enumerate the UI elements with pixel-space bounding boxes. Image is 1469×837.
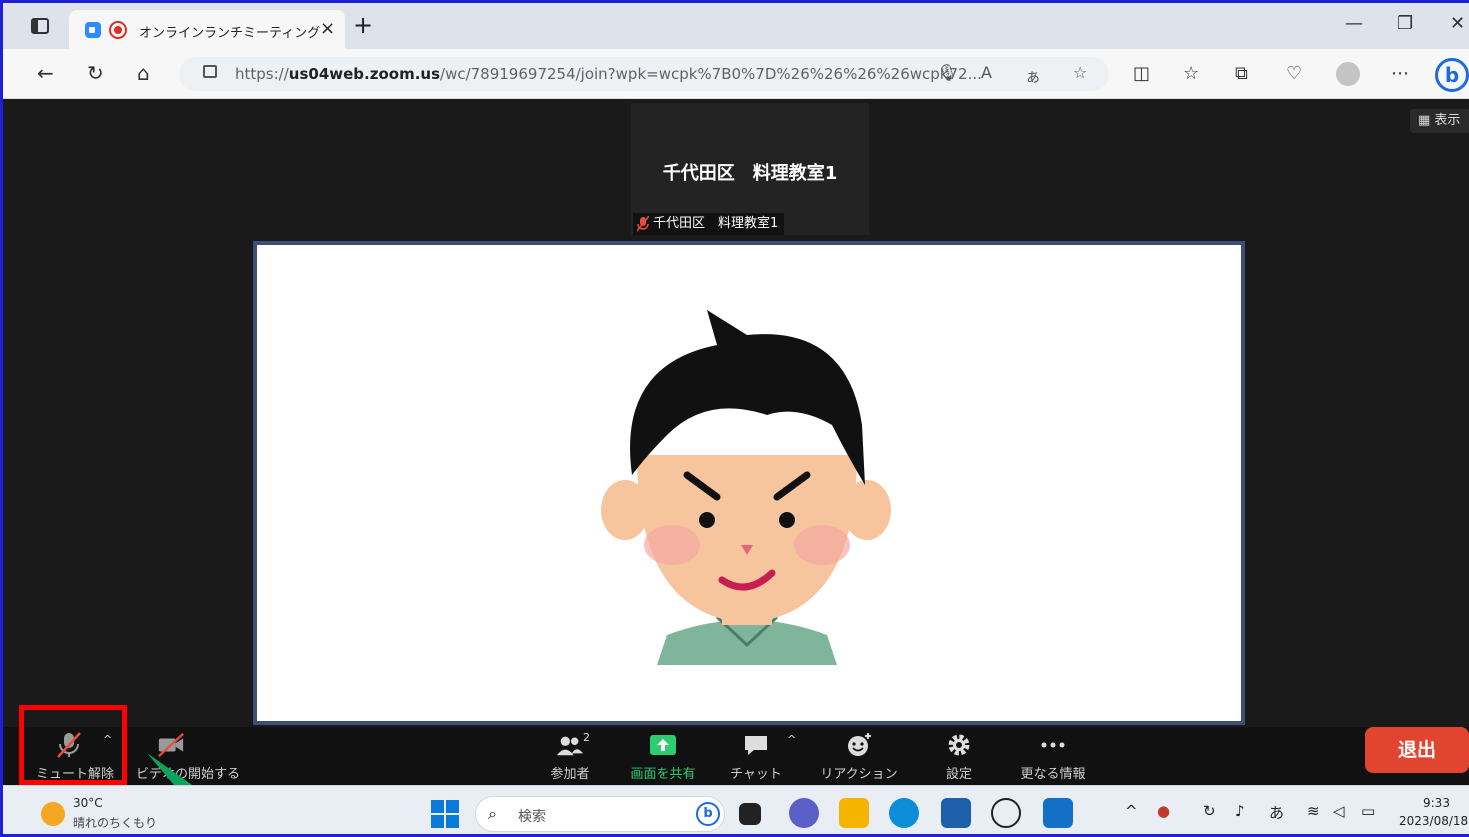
shared-screen <box>253 241 1245 725</box>
start-video-label: ビデオの開始する <box>135 767 240 782</box>
participant-name: 千代田区 料理教室1 <box>662 163 838 184</box>
participants-icon <box>556 736 584 756</box>
weather-temperature[interactable]: 30°C <box>73 796 103 810</box>
participant-label: 千代田区 料理教室1 <box>633 213 785 235</box>
view-button[interactable]: ▦ 表示 <box>1410 109 1469 133</box>
share-screen-button[interactable]: 画面を共有 <box>621 727 705 785</box>
sync-icon[interactable]: ↻ <box>1203 802 1216 820</box>
favorite-star-icon[interactable]: ☆ <box>1073 63 1087 82</box>
start-video-button[interactable]: ビデオの開始する <box>129 727 247 785</box>
browser-essentials-icon[interactable]: ♡ <box>1286 63 1302 84</box>
muted-mic-icon <box>637 216 649 232</box>
microphone-icon[interactable]: 🎙 <box>937 63 957 82</box>
restore-button[interactable]: ❐ <box>1397 13 1413 34</box>
dell-icon[interactable] <box>991 798 1021 828</box>
profile-avatar[interactable] <box>1336 62 1360 86</box>
tray-overflow-icon[interactable]: ^ <box>1125 802 1138 820</box>
share-screen-label: 画面を共有 <box>630 767 696 782</box>
reaction-label: リアクション <box>820 767 898 782</box>
weather-description[interactable]: 晴れのちくもり <box>73 814 157 831</box>
file-explorer-icon[interactable] <box>839 798 869 828</box>
video-off-icon <box>158 732 184 758</box>
recording-icon <box>109 21 127 39</box>
participants-label: 参加者 <box>550 767 590 782</box>
chat-button[interactable]: ^ チャット <box>721 727 796 785</box>
search-placeholder: 検索 <box>518 809 546 825</box>
teams-chat-icon[interactable] <box>789 798 819 828</box>
tab-close-icon[interactable]: × <box>320 18 335 39</box>
task-view-icon[interactable] <box>739 803 761 825</box>
bing-copilot-icon[interactable]: b <box>1435 58 1469 92</box>
zoom-favicon-icon <box>85 22 101 38</box>
search-icon: ⌕ <box>488 804 497 823</box>
settings-label: 設定 <box>945 767 972 782</box>
security-icon[interactable]: ● <box>1157 802 1170 820</box>
bing-search-icon[interactable]: b <box>696 802 720 826</box>
share-screen-icon <box>650 735 676 755</box>
refresh-icon[interactable]: ↻ <box>87 61 104 85</box>
wifi-icon[interactable]: ≋ <box>1307 802 1320 820</box>
participants-count: 2 <box>583 731 590 744</box>
collections-icon[interactable]: ⧉ <box>1235 63 1248 84</box>
gear-icon <box>948 734 970 756</box>
lock-icon[interactable] <box>203 65 217 78</box>
more-button[interactable]: 更なる情報 <box>1009 727 1097 785</box>
url-text[interactable]: https://us04web.zoom.us/wc/78919697254/j… <box>235 65 982 83</box>
back-arrow-icon[interactable]: ← <box>37 61 54 85</box>
ime-indicator[interactable]: あ <box>1269 802 1284 823</box>
chat-label: チャット <box>730 767 782 782</box>
meeting-area: ▦ 表示 千代田区 料理教室1 千代田区 料理教室1 <box>3 99 1469 727</box>
volume-icon[interactable]: ◁ <box>1333 802 1345 820</box>
screen-frame: オンラインランチミーティング × + — ❐ ✕ ← ↻ ⌂ https://u… <box>0 0 1469 837</box>
favorites-icon[interactable]: ☆ <box>1183 63 1199 84</box>
leave-button[interactable]: 退出 <box>1365 727 1469 773</box>
split-screen-icon[interactable]: ◫ <box>1133 63 1150 84</box>
reaction-button[interactable]: リアクション <box>809 727 909 785</box>
participant-thumbnail[interactable]: 千代田区 料理教室1 千代田区 料理教室1 <box>631 103 869 235</box>
taskbar-search-box[interactable]: ⌕ 検索 b <box>475 796 725 832</box>
home-icon[interactable]: ⌂ <box>137 61 150 85</box>
new-tab-button[interactable]: + <box>353 11 373 39</box>
clock-time[interactable]: 9:33 <box>1423 796 1450 810</box>
edge-icon[interactable] <box>889 798 919 828</box>
battery-icon[interactable]: ▭ <box>1361 802 1375 820</box>
minimize-button[interactable]: — <box>1345 13 1363 34</box>
start-icon[interactable] <box>431 800 459 828</box>
settings-button[interactable]: 設定 <box>927 727 991 785</box>
more-dots-icon <box>1041 742 1065 748</box>
translate-icon[interactable]: ぁ <box>1025 63 1041 87</box>
chat-options-caret-icon[interactable]: ^ <box>787 733 796 746</box>
close-window-button[interactable]: ✕ <box>1450 13 1465 34</box>
tab-actions-icon[interactable] <box>31 18 49 34</box>
weather-icon[interactable] <box>41 802 65 826</box>
windows-taskbar: 30°C 晴れのちくもり ⌕ 検索 b ^ ● ↻ ♪ あ ≋ ◁ ▭ 9:33… <box>3 785 1469 834</box>
clock-date[interactable]: 2023/08/18 <box>1399 814 1468 828</box>
tab-title: オンラインランチミーティング <box>139 26 321 41</box>
store-icon[interactable] <box>941 798 971 828</box>
microphone-tray-icon[interactable]: ♪ <box>1235 802 1245 820</box>
browser-tab-bar: オンラインランチミーティング × + — ❐ ✕ <box>3 3 1469 49</box>
mail-icon[interactable] <box>1043 798 1073 828</box>
browser-toolbar: ← ↻ ⌂ https://us04web.zoom.us/wc/7891969… <box>3 49 1469 99</box>
participants-button[interactable]: 2 参加者 <box>535 727 605 785</box>
reaction-icon <box>848 733 871 756</box>
read-aloud-icon[interactable]: A <box>981 63 992 82</box>
more-label: 更なる情報 <box>1020 767 1086 782</box>
meeting-controls: ^ ミュート解除 ビデオの開始する 2 参加者 画面を共有 ^ チャット リアク… <box>3 727 1469 785</box>
address-bar[interactable]: https://us04web.zoom.us/wc/78919697254/j… <box>179 57 1109 91</box>
highlight-box <box>19 705 127 785</box>
more-menu-icon[interactable]: ⋯ <box>1391 63 1409 84</box>
character-illustration <box>601 310 891 665</box>
active-tab[interactable]: オンラインランチミーティング × <box>69 10 345 49</box>
chat-icon <box>745 736 767 755</box>
